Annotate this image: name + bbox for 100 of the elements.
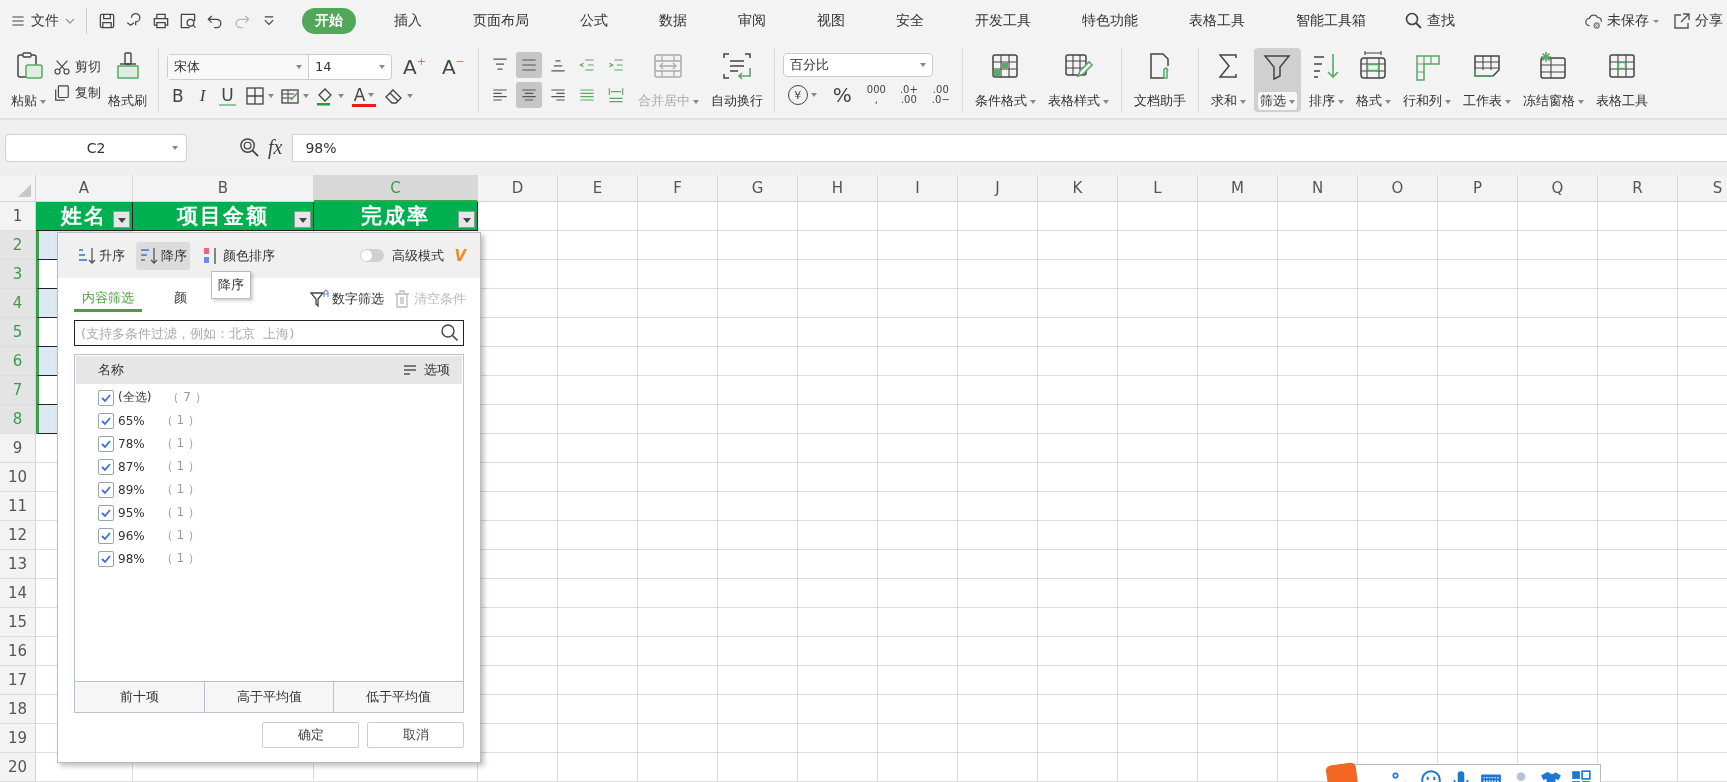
ribbon-tab[interactable]: 公式: [567, 8, 621, 34]
search-button[interactable]: 查找: [1404, 11, 1455, 31]
column-header[interactable]: R: [1598, 175, 1678, 202]
row-header[interactable]: 15: [0, 608, 36, 637]
format-painter-button[interactable]: 格式刷: [105, 48, 150, 112]
column-header[interactable]: E: [558, 175, 638, 202]
ribbon-tab[interactable]: 审阅: [725, 8, 779, 34]
ribbon-button[interactable]: 表格样式: [1043, 48, 1113, 112]
copy-button[interactable]: 复制: [53, 84, 101, 102]
quick-filter-button[interactable]: 高于平均值: [204, 682, 335, 712]
ribbon-button[interactable]: 行和列: [1398, 48, 1455, 112]
row-header[interactable]: 11: [0, 492, 36, 521]
column-header[interactable]: A: [36, 175, 133, 202]
ribbon-button[interactable]: 文档助手: [1129, 48, 1190, 112]
checkbox[interactable]: [98, 481, 114, 498]
ribbon-button[interactable]: 工作表: [1458, 48, 1515, 112]
checkbox[interactable]: [98, 550, 114, 567]
column-header[interactable]: B: [133, 175, 314, 202]
quick-filter-button[interactable]: 前十项: [75, 682, 205, 712]
number-format-select[interactable]: 百分比: [782, 53, 933, 77]
column-header[interactable]: O: [1358, 175, 1438, 202]
alignment-button[interactable]: [515, 52, 542, 78]
cell-style-button[interactable]: [279, 86, 309, 106]
paste-button[interactable]: 粘贴: [8, 48, 49, 112]
fill-color-button[interactable]: [314, 86, 344, 106]
column-header[interactable]: M: [1198, 175, 1278, 202]
sort-button[interactable]: 升序: [74, 241, 128, 270]
options-button[interactable]: 选项: [402, 361, 450, 379]
italic-button[interactable]: I: [194, 86, 211, 106]
column-header[interactable]: Q: [1518, 175, 1598, 202]
toggle-switch[interactable]: [360, 249, 385, 262]
row-header[interactable]: 1: [0, 202, 36, 231]
checkbox[interactable]: [98, 504, 114, 521]
ok-button[interactable]: 确定: [262, 722, 359, 748]
shrink-font-button[interactable]: A$^{−}$: [436, 54, 470, 79]
ribbon-tab[interactable]: 开发工具: [962, 8, 1044, 34]
alignment-button[interactable]: [515, 82, 542, 108]
filter-dropdown-button[interactable]: [294, 211, 311, 228]
quick-filter-button[interactable]: 低于平均值: [334, 682, 463, 712]
sort-button[interactable]: 降序: [136, 241, 190, 270]
ribbon-tab[interactable]: 特色功能: [1069, 8, 1151, 34]
cancel-button[interactable]: 取消: [367, 722, 464, 748]
checkbox[interactable]: [98, 435, 114, 452]
wrap-text-button[interactable]: 自动换行: [707, 48, 766, 112]
row-header[interactable]: 12: [0, 521, 36, 550]
share-button[interactable]: 分享: [1672, 11, 1723, 31]
column-header[interactable]: P: [1438, 175, 1518, 202]
column-header[interactable]: L: [1118, 175, 1198, 202]
ribbon-tab[interactable]: 页面布局: [460, 8, 542, 34]
row-header[interactable]: 18: [0, 695, 36, 724]
column-header[interactable]: F: [638, 175, 718, 202]
bold-button[interactable]: B: [167, 86, 189, 106]
ribbon-button[interactable]: 冻结窗格: [1518, 48, 1588, 112]
column-header[interactable]: S: [1678, 175, 1727, 202]
row-header[interactable]: 10: [0, 463, 36, 492]
file-menu[interactable]: 文件: [10, 12, 82, 30]
ribbon-button[interactable]: 排序: [1304, 48, 1348, 112]
formula-field[interactable]: 98%: [292, 133, 1727, 162]
ribbon-button[interactable]: 表格工具: [1591, 48, 1652, 112]
sort-button[interactable]: 颜色排序: [198, 241, 278, 270]
ribbon-button[interactable]: 求和: [1206, 48, 1250, 112]
ribbon-tab[interactable]: 智能工具箱: [1283, 8, 1379, 34]
filter-tab[interactable]: 内容筛选: [74, 286, 142, 312]
row-header[interactable]: 13: [0, 550, 36, 579]
zoom-icon[interactable]: [239, 137, 260, 158]
number-filter-button[interactable]: 数字筛选: [310, 289, 384, 309]
column-header[interactable]: D: [478, 175, 558, 202]
ribbon-tab[interactable]: 视图: [804, 8, 858, 34]
borders-button[interactable]: [244, 86, 274, 106]
checkbox[interactable]: [98, 389, 114, 406]
ribbon-button[interactable]: 格式: [1351, 48, 1395, 112]
decrease-decimal-button[interactable]: .00 .0−: [927, 85, 954, 105]
font-color-button[interactable]: A: [351, 85, 377, 107]
checkbox[interactable]: [98, 458, 114, 475]
filter-dropdown-button[interactable]: [113, 211, 130, 228]
row-header[interactable]: 17: [0, 666, 36, 695]
save-status-button[interactable]: 未保存: [1584, 11, 1660, 31]
checkbox[interactable]: [98, 412, 114, 429]
grow-font-button[interactable]: A$^{+}$: [398, 54, 431, 79]
thousands-button[interactable]: 000 ,: [862, 85, 890, 105]
underline-button[interactable]: U: [219, 86, 236, 106]
ribbon-tab[interactable]: 安全: [883, 8, 937, 34]
function-label[interactable]: fx: [268, 136, 283, 159]
filter-tab[interactable]: 颜: [166, 286, 195, 312]
column-header[interactable]: G: [718, 175, 798, 202]
checkbox[interactable]: [98, 527, 114, 544]
column-header[interactable]: J: [958, 175, 1038, 202]
column-header[interactable]: K: [1038, 175, 1118, 202]
cut-button[interactable]: 剪切: [53, 58, 101, 76]
row-header[interactable]: 9: [0, 434, 36, 463]
increase-decimal-button[interactable]: .0+ .00: [895, 85, 922, 105]
ribbon-tab[interactable]: 数据: [646, 8, 700, 34]
ribbon-button[interactable]: 筛选: [1253, 48, 1301, 112]
column-header[interactable]: H: [798, 175, 878, 202]
ribbon-tab[interactable]: 表格工具: [1176, 8, 1258, 34]
search-field[interactable]: (支持多条件过滤，例如：北京 上海): [74, 320, 464, 346]
percent-button[interactable]: %: [827, 83, 857, 107]
row-header[interactable]: 14: [0, 579, 36, 608]
column-header[interactable]: N: [1278, 175, 1358, 202]
column-header[interactable]: I: [878, 175, 958, 202]
